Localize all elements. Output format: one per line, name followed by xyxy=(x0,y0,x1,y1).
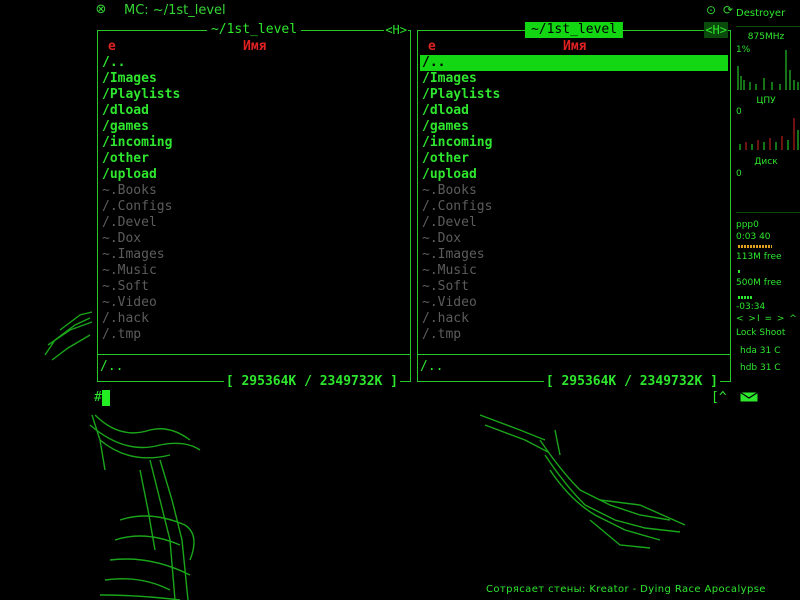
hostname: Destroyer xyxy=(736,8,786,19)
file-row[interactable]: ~.Music xyxy=(100,263,408,279)
hda-temperature: hda 31 C xyxy=(740,346,781,356)
file-row[interactable]: /.tmp xyxy=(420,327,728,343)
file-row[interactable]: /Playlists xyxy=(100,87,408,103)
disk-label: Диск xyxy=(754,157,778,167)
column-header-name[interactable]: Имя xyxy=(563,39,586,55)
media-time: -03:34 xyxy=(736,302,766,312)
cpu-frequency: 875MHz xyxy=(747,32,785,42)
column-header-e[interactable]: e xyxy=(108,39,116,55)
cpu-graph xyxy=(737,50,799,90)
panel-divider xyxy=(98,354,410,355)
monitor-divider xyxy=(736,26,800,27)
file-row-selected[interactable]: /.. xyxy=(420,55,728,71)
file-row[interactable]: /.Devel xyxy=(100,215,408,231)
file-row[interactable]: /other xyxy=(420,151,728,167)
now-playing: Сотрясает стены: Kreator - Dying Race Ap… xyxy=(486,584,766,595)
window-title-bar: ⊗ MC: ~/1st_level xyxy=(0,0,730,22)
file-row[interactable]: /Images xyxy=(420,71,728,87)
file-row[interactable]: ~.Video xyxy=(420,295,728,311)
monitor-divider xyxy=(736,212,800,213)
file-row[interactable]: /.tmp xyxy=(100,327,408,343)
memory-bar xyxy=(738,270,740,273)
column-header-name[interactable]: Имя xyxy=(243,39,266,55)
right-panel-path[interactable]: ~/1st_level xyxy=(524,22,624,38)
file-row[interactable]: /dload xyxy=(420,103,728,119)
left-panel-path[interactable]: ~/1st_level xyxy=(206,22,302,38)
window-title: MC: ~/1st_level xyxy=(124,3,226,18)
column-header-e[interactable]: e xyxy=(428,39,436,55)
left-mini-status: /.. xyxy=(100,359,124,374)
file-row[interactable]: ~.Dox xyxy=(100,231,408,247)
refresh-icon[interactable]: ⟳ xyxy=(721,3,735,17)
file-row[interactable]: ~.Soft xyxy=(100,279,408,295)
right-panel-hotlist-button[interactable]: <H> xyxy=(704,22,728,38)
file-row[interactable]: /upload xyxy=(420,167,728,183)
net-connect-time: 0:03 40 xyxy=(736,232,771,242)
file-row[interactable]: ~.Soft xyxy=(420,279,728,295)
hdb-temperature: hdb 31 C xyxy=(740,363,781,373)
file-row[interactable]: ~.Books xyxy=(100,183,408,199)
file-row[interactable]: ~.Images xyxy=(100,247,408,263)
file-row[interactable]: /games xyxy=(100,119,408,135)
file-row[interactable]: ~.Books xyxy=(420,183,728,199)
maximize-circle-icon[interactable]: ⊙ xyxy=(704,3,718,17)
file-row[interactable]: /other xyxy=(100,151,408,167)
file-row[interactable]: /Playlists xyxy=(420,87,728,103)
lock-shoot-buttons[interactable]: Lock Shoot xyxy=(736,328,800,338)
swap-bar xyxy=(738,296,752,299)
file-row[interactable]: ~.Music xyxy=(420,263,728,279)
left-file-panel[interactable]: ~/1st_level <H> e Имя /../Images/Playlis… xyxy=(97,22,411,390)
file-row[interactable]: /.Devel xyxy=(420,215,728,231)
net-interface: ppp0 xyxy=(736,220,759,230)
media-controls[interactable]: < >I = > ^ xyxy=(736,314,800,324)
file-row[interactable]: /dload xyxy=(100,103,408,119)
swap-free: 500M free xyxy=(736,278,782,288)
right-mini-status: /.. xyxy=(420,359,444,374)
right-free-space: [ 295364K / 2349732K ] xyxy=(543,374,720,390)
file-row[interactable]: /incoming xyxy=(100,135,408,151)
cpu-label: ЦПУ xyxy=(756,96,776,106)
memory-free: 113M free xyxy=(736,252,782,262)
file-row[interactable]: /upload xyxy=(100,167,408,183)
disk-value: 0 xyxy=(736,169,742,179)
cpu-load-graph xyxy=(739,118,799,150)
file-row[interactable]: ~.Video xyxy=(100,295,408,311)
mail-envelope-icon[interactable] xyxy=(740,392,758,402)
close-circle-icon[interactable]: ⊗ xyxy=(94,3,108,17)
file-row[interactable]: ~.Images xyxy=(420,247,728,263)
shell-prompt: # xyxy=(94,390,102,405)
left-file-list: /../Images/Playlists/dload/games/incomin… xyxy=(100,55,408,343)
right-file-panel[interactable]: ~/1st_level <H> e Имя /../Images/Playlis… xyxy=(417,22,731,390)
left-panel-hotlist-button[interactable]: <H> xyxy=(384,22,408,38)
file-row[interactable]: /.. xyxy=(100,55,408,71)
file-row[interactable]: ~.Dox xyxy=(420,231,728,247)
file-row[interactable]: /games xyxy=(420,119,728,135)
file-row[interactable]: /Images xyxy=(100,71,408,87)
left-free-space: [ 295364K / 2349732K ] xyxy=(223,374,400,390)
file-row[interactable]: /incoming xyxy=(420,135,728,151)
file-row[interactable]: /.hack xyxy=(420,311,728,327)
file-row[interactable]: /.Configs xyxy=(100,199,408,215)
file-row[interactable]: /.hack xyxy=(100,311,408,327)
file-row[interactable]: /.Configs xyxy=(420,199,728,215)
right-file-list: /../Images/Playlists/dload/games/incomin… xyxy=(420,55,728,343)
panel-divider xyxy=(418,354,730,355)
command-line-hint: [^ xyxy=(711,390,727,405)
net-traffic-bar xyxy=(738,245,772,248)
command-input-cursor[interactable] xyxy=(102,390,110,406)
